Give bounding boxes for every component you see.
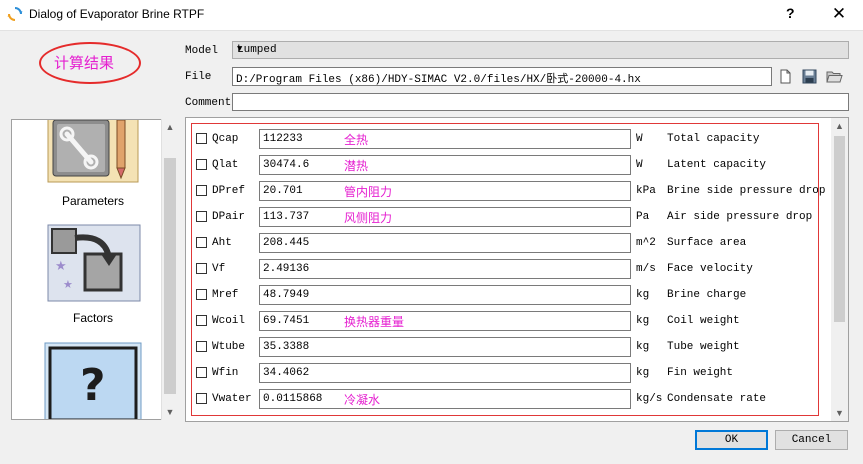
file-path-value: D:/Program Files (x86)/HDY-SIMAC V2.0/fi…: [236, 74, 641, 86]
highlight-box: [191, 123, 819, 416]
annotation-text: 计算结果: [54, 54, 115, 72]
window-title: Dialog of Evaporator Brine RTPF: [29, 7, 205, 21]
title-bar: Dialog of Evaporator Brine RTPF ? ✕: [0, 0, 863, 31]
model-select[interactable]: Lumped ▼: [232, 41, 849, 59]
help-button[interactable]: ?: [786, 5, 795, 21]
comment-label: Comment: [185, 97, 232, 109]
comment-field[interactable]: [232, 93, 849, 111]
close-button[interactable]: ✕: [825, 3, 853, 25]
open-folder-icon[interactable]: [826, 69, 843, 84]
save-icon[interactable]: [802, 69, 817, 84]
refresh-icon: [7, 7, 23, 21]
new-file-icon[interactable]: [778, 69, 793, 84]
chevron-down-icon: ▼: [237, 44, 243, 54]
ok-button[interactable]: OK: [695, 430, 768, 450]
model-label: Model: [185, 45, 219, 57]
file-label: File: [185, 71, 212, 83]
cancel-button[interactable]: Cancel: [775, 430, 848, 450]
file-path-field[interactable]: D:/Program Files (x86)/HDY-SIMAC V2.0/fi…: [232, 67, 772, 86]
